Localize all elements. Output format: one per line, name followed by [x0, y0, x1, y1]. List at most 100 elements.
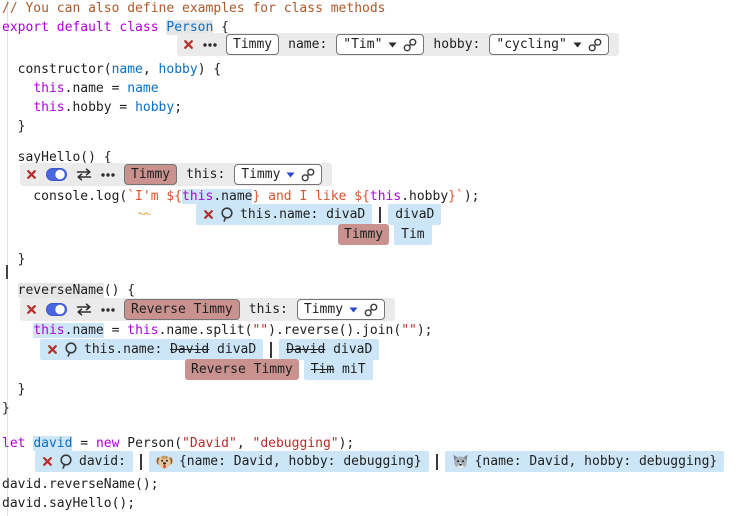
close-icon[interactable]: [42, 456, 53, 467]
example-name-button[interactable]: Timmy: [226, 34, 279, 55]
example-badge: Timmy: [338, 224, 389, 245]
code-token: Person(: [127, 436, 182, 451]
link-icon[interactable]: [301, 168, 315, 182]
code-editor: // You can also define examples for clas…: [0, 0, 749, 516]
value-dropdown[interactable]: "cycling": [489, 34, 608, 55]
code-line: david.reverseName();: [2, 477, 159, 493]
example-toggle[interactable]: [46, 168, 67, 181]
code-token: ) {: [198, 62, 221, 77]
code-token: );: [417, 323, 433, 338]
field-label: this:: [249, 302, 288, 317]
code-token: let: [2, 436, 33, 451]
probe-value-segment: divaD: [209, 342, 256, 357]
code-token: }: [2, 382, 25, 397]
search-icon[interactable]: [220, 207, 234, 222]
probe-value: Tim: [401, 227, 424, 242]
code-token: [2, 283, 18, 298]
code-token: this: [33, 323, 64, 338]
probe-value-segment: divaD: [325, 342, 372, 357]
swap-arrows-icon[interactable]: [76, 303, 92, 316]
more-options-icon[interactable]: [101, 308, 115, 312]
code-token: ${: [166, 189, 182, 204]
close-icon[interactable]: [183, 39, 194, 50]
code-token: "": [401, 323, 417, 338]
field-label: this:: [186, 167, 225, 182]
close-icon[interactable]: [47, 344, 58, 355]
probe-value-segment: divaD: [326, 207, 365, 222]
code-line: console.log(`I'm ${this.name} and I like…: [2, 189, 479, 205]
close-icon[interactable]: [26, 304, 37, 315]
probe-value: {name: David, hobby: debugging}: [475, 454, 718, 469]
code-line: this.name = this.name.split("").reverse(…: [2, 323, 433, 339]
swap-arrows-icon[interactable]: [76, 168, 92, 181]
code-token: [2, 81, 33, 96]
probe-chip: divaD: [388, 204, 441, 225]
value-dropdown[interactable]: "Tim": [336, 34, 424, 55]
code-token: david: [33, 436, 72, 451]
code-line: david.sayHello();: [2, 496, 135, 512]
close-icon[interactable]: [203, 209, 214, 220]
probe-value-segment: David: [170, 342, 209, 357]
probe-value-segment: {name: David, hobby: debugging}: [179, 454, 422, 469]
search-icon[interactable]: [59, 454, 73, 469]
code-line: constructor(name, hobby) {: [2, 62, 221, 78]
code-token: this: [33, 100, 64, 115]
probe-value-segment: miT: [334, 362, 365, 377]
probe-chip: Tim miT: [304, 359, 373, 380]
probe-value: David divaD: [286, 342, 372, 357]
example-toggle[interactable]: [46, 303, 67, 316]
example-widget: Timmy this: Timmy: [20, 163, 332, 186]
probe-chip: this.name: David divaD: [40, 339, 263, 360]
code-token: [2, 100, 33, 115]
probe-value-segment: David: [286, 342, 325, 357]
code-token: .hobby =: [65, 100, 135, 115]
probe-separator: [379, 207, 381, 223]
example-name-button[interactable]: Timmy: [124, 164, 177, 185]
probe-value: divaD: [395, 207, 434, 222]
code-token: =: [72, 436, 95, 451]
code-token: name: [127, 81, 158, 96]
probe-value: Tim miT: [311, 362, 366, 377]
link-icon[interactable]: [403, 38, 417, 52]
probe-chip: Tim: [394, 224, 431, 245]
probe-value-segment: divaD: [395, 207, 434, 222]
link-icon[interactable]: [588, 38, 602, 52]
probe-value-segment: {name: David, hobby: debugging}: [475, 454, 718, 469]
code-token: export default class: [2, 20, 166, 35]
probe-value-segment: Tim: [401, 227, 424, 242]
code-token: this: [182, 189, 213, 204]
probe-value: this.name: David divaD: [84, 342, 256, 357]
close-icon[interactable]: [26, 169, 37, 180]
probe-value: this.name: divaD: [240, 207, 365, 222]
code-token: this: [370, 189, 401, 204]
code-token: }: [2, 119, 25, 134]
code-token: [2, 323, 33, 338]
code-token: }: [2, 252, 25, 267]
code-token: ,: [237, 436, 253, 451]
probe-chip: {name: David, hobby: debugging}: [445, 451, 725, 472]
code-line: reverseName() {: [2, 283, 135, 299]
chevron-down-icon: [349, 307, 358, 313]
code-token: new: [96, 436, 127, 451]
probe-value-segment: Tim: [311, 362, 334, 377]
more-options-icon[interactable]: [203, 43, 217, 47]
dropdown-value: Timmy: [304, 302, 343, 317]
link-icon[interactable]: [364, 303, 378, 317]
value-dropdown[interactable]: Timmy: [234, 164, 322, 185]
code-line: }: [2, 401, 10, 417]
probe: Reverse TimmyTim miT: [185, 359, 373, 380]
chevron-down-icon: [388, 42, 397, 48]
more-options-icon[interactable]: [101, 173, 115, 177]
probe: Timmy Tim: [338, 224, 432, 245]
code-token: );: [464, 189, 480, 204]
probe-separator: [140, 454, 142, 470]
example-name-button[interactable]: Reverse Timmy: [124, 299, 240, 320]
search-icon[interactable]: [64, 342, 78, 357]
code-token: this: [127, 323, 158, 338]
code-line: this.name = name: [2, 81, 159, 97]
probe-separator: [436, 454, 438, 470]
code-token: name: [112, 62, 143, 77]
value-dropdown[interactable]: Timmy: [297, 299, 385, 320]
probe-value-segment: david:: [79, 454, 126, 469]
probe-chip: {name: David, hobby: debugging}: [149, 451, 429, 472]
